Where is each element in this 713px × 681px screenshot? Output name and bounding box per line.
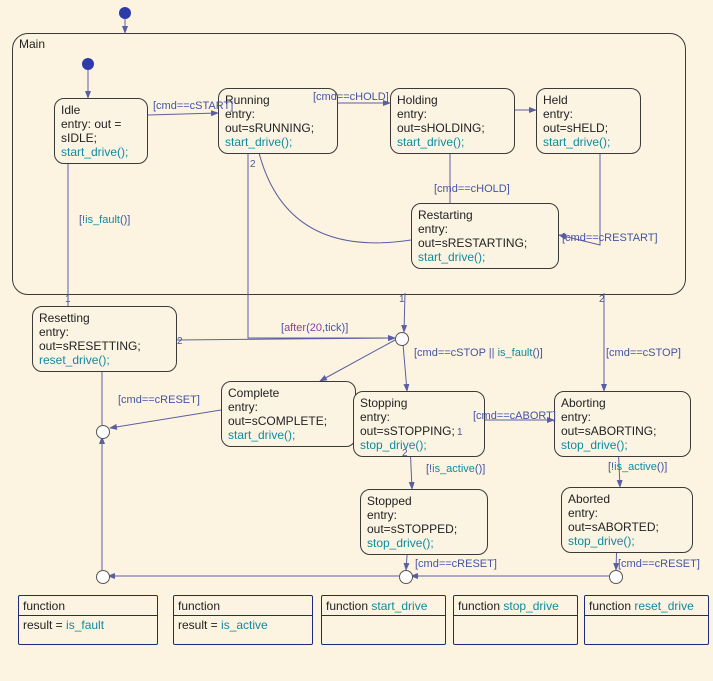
state-aborted-title: Aborted bbox=[568, 492, 610, 506]
label-stopping-stopped: [!is_active()] bbox=[426, 463, 485, 475]
state-resetting-action: reset_drive(); bbox=[39, 353, 110, 367]
state-complete[interactable]: Complete entry: out=sCOMPLETE; start_dri… bbox=[221, 381, 356, 447]
state-holding-entry: entry: out=sHOLDING; bbox=[397, 107, 485, 135]
funcbox-isfault-title: function bbox=[23, 599, 65, 613]
state-held-action: start_drive(); bbox=[543, 135, 610, 149]
state-aborted[interactable]: Aborted entry: out=sABORTED; stop_drive(… bbox=[561, 487, 693, 553]
state-idle-action: start_drive(); bbox=[61, 145, 128, 159]
state-aborting-action: stop_drive(); bbox=[561, 438, 628, 452]
state-aborted-action: stop_drive(); bbox=[568, 534, 635, 548]
statechart-canvas: Main Idle entry: out = sIDLE; start_driv… bbox=[0, 0, 713, 681]
label-stopped-reset: [cmd==cRESET] bbox=[415, 558, 497, 570]
state-stopped-action: stop_drive(); bbox=[367, 536, 434, 550]
port-main-1: 1 bbox=[65, 294, 71, 305]
state-aborted-entry: entry: out=sABORTED; bbox=[568, 506, 659, 534]
funcbox-isactive[interactable]: function result = is_active bbox=[173, 595, 313, 645]
funcbox-isfault[interactable]: function result = is_fault bbox=[18, 595, 158, 645]
label-j1-aborting: [cmd==cSTOP] bbox=[606, 347, 681, 359]
state-aborting[interactable]: Aborting entry: out=sABORTING; stop_driv… bbox=[554, 391, 691, 457]
state-running-action: start_drive(); bbox=[225, 135, 292, 149]
port-stopping-2: 2 bbox=[402, 448, 408, 459]
state-holding-action: start_drive(); bbox=[397, 135, 464, 149]
state-complete-action: start_drive(); bbox=[228, 428, 295, 442]
state-idle-title: Idle bbox=[61, 103, 80, 117]
state-main[interactable] bbox=[12, 33, 686, 295]
funcbox-resetdrive-pre: function bbox=[589, 599, 634, 613]
state-resetting[interactable]: Resetting entry: out=sRESETTING; reset_d… bbox=[32, 306, 177, 372]
funcbox-isfault-call: is_fault bbox=[66, 618, 104, 632]
funcbox-startdrive-call: start_drive bbox=[371, 599, 427, 613]
state-resetting-entry: entry: out=sRESETTING; bbox=[39, 325, 141, 353]
state-running-entry: entry: out=sRUNNING; bbox=[225, 107, 314, 135]
funcbox-stopdrive-call: stop_drive bbox=[503, 599, 558, 613]
initial-outer bbox=[119, 7, 131, 19]
state-stopping-action: stop_drive(); bbox=[360, 438, 427, 452]
state-idle-entry: entry: out = sIDLE; bbox=[61, 117, 121, 145]
state-holding-title: Holding bbox=[397, 93, 438, 107]
funcbox-resetdrive[interactable]: function reset_drive bbox=[584, 595, 709, 645]
state-stopping-title: Stopping bbox=[360, 396, 407, 410]
label-aborting-aborted: [!is_active()] bbox=[608, 461, 667, 473]
state-held[interactable]: Held entry: out=sHELD; start_drive(); bbox=[536, 88, 641, 154]
initial-main bbox=[82, 58, 94, 70]
state-restarting-title: Restarting bbox=[418, 208, 473, 222]
junction-top bbox=[395, 332, 409, 346]
state-held-entry: entry: out=sHELD; bbox=[543, 107, 608, 135]
state-restarting[interactable]: Restarting entry: out=sRESTARTING; start… bbox=[411, 203, 559, 269]
label-held-restarting: [cmd==cRESTART] bbox=[562, 232, 658, 244]
state-restarting-action: start_drive(); bbox=[418, 250, 485, 264]
label-restarting-holding: [cmd==cHOLD] bbox=[434, 183, 510, 195]
label-complete-reset: [cmd==cRESET] bbox=[118, 394, 200, 406]
label-running-holding: [cmd==cHOLD] bbox=[313, 91, 389, 103]
junction-bottom-right bbox=[609, 570, 623, 584]
state-aborting-entry: entry: out=sABORTING; bbox=[561, 410, 656, 438]
state-main-title: Main bbox=[19, 37, 45, 51]
state-holding[interactable]: Holding entry: out=sHOLDING; start_drive… bbox=[390, 88, 515, 154]
state-stopped-title: Stopped bbox=[367, 494, 412, 508]
state-stopping-entry: entry: out=sSTOPPING; bbox=[360, 410, 455, 438]
state-complete-title: Complete bbox=[228, 386, 279, 400]
funcbox-isactive-call: is_active bbox=[221, 618, 268, 632]
port-running-2a: 2 bbox=[250, 159, 256, 170]
funcbox-stopdrive[interactable]: function stop_drive bbox=[453, 595, 578, 645]
state-idle[interactable]: Idle entry: out = sIDLE; start_drive(); bbox=[54, 98, 148, 164]
port-resetting-2: 2 bbox=[177, 336, 183, 347]
label-aborted-reset: [cmd==cRESET] bbox=[618, 558, 700, 570]
port-stopping-1: 1 bbox=[457, 427, 463, 438]
state-stopped-entry: entry: out=sSTOPPED; bbox=[367, 508, 457, 536]
state-complete-entry: entry: out=sCOMPLETE; bbox=[228, 400, 327, 428]
label-running-after: [after(20,tick)] bbox=[281, 322, 348, 334]
funcbox-isfault-pre: result = bbox=[23, 618, 66, 632]
label-j1-stopping: [cmd==cSTOP || is_fault()] bbox=[414, 347, 543, 359]
label-stopping-aborting: [cmd==cABORT] bbox=[473, 410, 556, 422]
port-main-2: 2 bbox=[599, 294, 605, 305]
funcbox-isactive-title: function bbox=[178, 599, 220, 613]
state-stopping[interactable]: Stopping entry: out=sSTOPPING; stop_driv… bbox=[353, 391, 485, 457]
funcbox-stopdrive-pre: function bbox=[458, 599, 503, 613]
state-held-title: Held bbox=[543, 93, 568, 107]
junction-bottom-mid bbox=[399, 570, 413, 584]
funcbox-isactive-pre: result = bbox=[178, 618, 221, 632]
junction-bottom-left bbox=[96, 570, 110, 584]
label-idle-running: [cmd==cSTART] bbox=[153, 100, 233, 112]
state-stopped[interactable]: Stopped entry: out=sSTOPPED; stop_drive(… bbox=[360, 489, 488, 555]
funcbox-startdrive-pre: function bbox=[326, 599, 371, 613]
state-restarting-entry: entry: out=sRESTARTING; bbox=[418, 222, 527, 250]
port-main-1b: 1 bbox=[399, 294, 405, 305]
junction-left bbox=[96, 425, 110, 439]
state-resetting-title: Resetting bbox=[39, 311, 90, 325]
funcbox-resetdrive-call: reset_drive bbox=[634, 599, 693, 613]
label-resetting-idle: [!is_fault()] bbox=[79, 214, 130, 226]
state-aborting-title: Aborting bbox=[561, 396, 606, 410]
funcbox-startdrive[interactable]: function start_drive bbox=[321, 595, 446, 645]
